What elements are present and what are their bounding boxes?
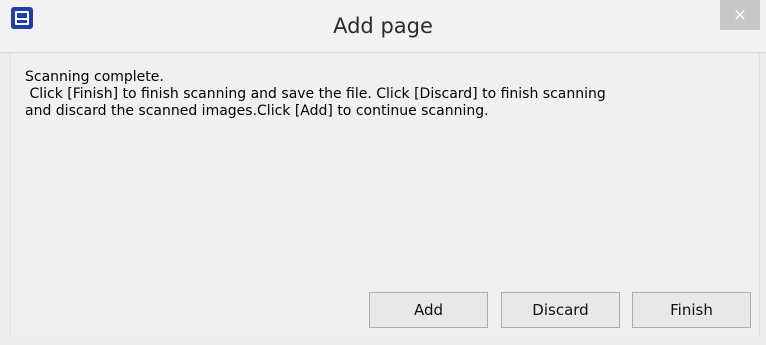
close-button[interactable]: × xyxy=(720,0,760,30)
window-title: Add page xyxy=(333,14,433,38)
title-bar[interactable]: Add page × xyxy=(0,0,766,53)
add-page-dialog: Add page × Scanning complete. Click [Fin… xyxy=(0,0,766,345)
finish-button[interactable]: Finish xyxy=(632,292,751,328)
dialog-body: Scanning complete. Click [Finish] to fin… xyxy=(10,53,760,337)
message-line-3: and discard the scanned images.Click [Ad… xyxy=(25,103,489,119)
message-line-2: Click [Finish] to finish scanning and sa… xyxy=(25,86,606,102)
status-message: Scanning complete. Click [Finish] to fin… xyxy=(25,69,745,120)
message-line-1: Scanning complete. xyxy=(25,69,164,85)
discard-button[interactable]: Discard xyxy=(501,292,620,328)
add-button[interactable]: Add xyxy=(369,292,488,328)
